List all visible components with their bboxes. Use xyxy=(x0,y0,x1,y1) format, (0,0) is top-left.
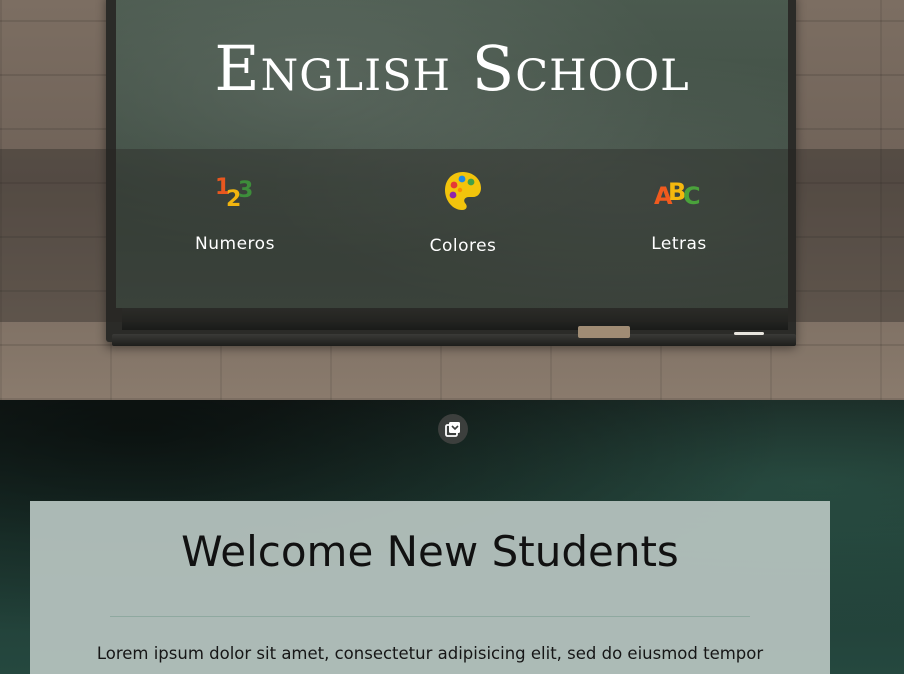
welcome-text: Lorem ipsum dolor sit amet, consectetur … xyxy=(96,644,764,663)
numbers-123-icon: 1 2 3 xyxy=(215,175,253,210)
site-title: English School xyxy=(214,32,690,105)
eraser-image xyxy=(578,326,630,338)
number-three-glyph: 3 xyxy=(238,178,253,203)
welcome-card: Welcome New Students Lorem ipsum dolor s… xyxy=(30,501,830,674)
nav-label-numeros: Numeros xyxy=(195,234,275,254)
nav-label-colores: Colores xyxy=(429,236,497,256)
nav-item-colores[interactable]: Colores xyxy=(383,170,543,256)
nav-item-numeros[interactable]: 1 2 3 Numeros xyxy=(155,170,315,254)
letter-c-glyph: C xyxy=(683,182,701,210)
letters-abc-icon: A B C xyxy=(654,178,701,210)
gallery-button[interactable] xyxy=(438,414,468,444)
hero-banner: English School 1 2 3 Numeros Colores A B… xyxy=(0,0,904,400)
chalk-image xyxy=(734,332,764,335)
nav-label-letras: Letras xyxy=(651,234,707,254)
nav-item-letras[interactable]: A B C Letras xyxy=(599,170,759,254)
welcome-title: Welcome New Students xyxy=(181,527,679,576)
color-palette-icon xyxy=(445,172,481,210)
welcome-divider xyxy=(110,616,750,617)
gallery-icon xyxy=(445,422,460,437)
chalk-tray xyxy=(112,334,796,346)
